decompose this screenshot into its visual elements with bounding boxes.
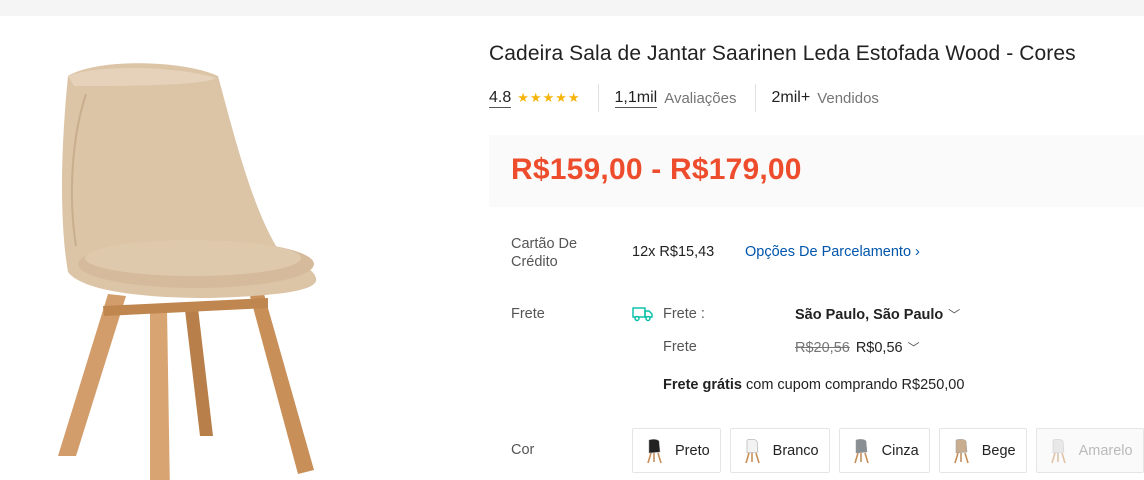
- price-range: R$159,00 - R$179,00: [511, 153, 802, 186]
- shipping-label: Frete: [511, 306, 545, 322]
- product-page: Cadeira Sala de Jantar Saarinen Leda Est…: [0, 16, 1144, 480]
- color-option-label: Preto: [675, 442, 710, 459]
- chevron-down-icon: ﹀: [948, 308, 961, 322]
- rating-stars: ★ ★ ★ ★ ★: [517, 91, 579, 105]
- free-shipping-note: Frete grátis com cupom comprando R$250,0…: [663, 377, 964, 393]
- color-option-label: Bege: [981, 442, 1016, 459]
- free-shipping-rest: com cupom comprando R$250,00: [741, 377, 965, 393]
- shipping-fee-select[interactable]: R$20,56 R$0,56 ﹀: [795, 339, 920, 356]
- rating-value[interactable]: 4.8: [489, 89, 512, 108]
- chevron-down-icon: ﹀: [907, 341, 920, 355]
- installment-link-label: Opções De Parcelamento: [745, 244, 912, 260]
- star-icon: ★: [555, 90, 567, 105]
- price-box: R$159,00 - R$179,00: [489, 135, 1144, 207]
- rating-bar: 4.8 ★ ★ ★ ★ ★ 1,1mil Avaliações 2mil+ Ve…: [489, 83, 879, 113]
- shipping-fee-old: R$20,56: [795, 340, 850, 356]
- chair-thumbnail-icon: [953, 438, 969, 463]
- product-image[interactable]: [28, 46, 358, 480]
- color-option-label: Branco: [772, 442, 819, 459]
- product-info: Cadeira Sala de Jantar Saarinen Leda Est…: [489, 42, 1144, 473]
- installment-options-link[interactable]: Opções De Parcelamento ›: [745, 244, 920, 260]
- color-option-preto[interactable]: Preto: [632, 428, 721, 473]
- shipping-to-label: Frete :: [663, 306, 705, 322]
- shipping-location-select[interactable]: São Paulo, São Paulo ﹀: [795, 306, 960, 323]
- free-shipping-bold: Frete grátis: [663, 377, 742, 393]
- chair-thumbnail-icon: [647, 438, 662, 463]
- color-label: Cor: [511, 442, 535, 458]
- star-icon: ★: [517, 90, 529, 105]
- shipping-fee-new: R$0,56: [855, 340, 903, 356]
- chair-thumbnail-icon: [853, 438, 869, 463]
- color-options: Preto Branco Cinza Bege Amarelo: [632, 428, 1144, 473]
- shipping-location: São Paulo, São Paulo: [795, 307, 944, 323]
- reviews-label: Avaliações: [664, 89, 737, 107]
- color-option-label: Cinza: [881, 442, 919, 459]
- chair-thumbnail-icon: [744, 438, 760, 463]
- truck-icon: [632, 307, 653, 322]
- divider: [597, 84, 599, 112]
- chair-thumbnail-icon: [1050, 438, 1066, 463]
- installment-label: Cartão De Crédito: [511, 236, 578, 270]
- star-icon: ★: [542, 90, 555, 105]
- color-option-branco[interactable]: Branco: [729, 428, 830, 473]
- color-option-cinza[interactable]: Cinza: [838, 428, 930, 473]
- chevron-right-icon: ›: [915, 244, 920, 260]
- reviews-count[interactable]: 1,1mil: [614, 89, 658, 108]
- sold-label: Vendidos: [817, 89, 879, 107]
- star-icon: ★: [567, 90, 580, 105]
- installment-value: 12x R$15,43: [632, 244, 715, 260]
- star-icon: ★: [529, 90, 542, 105]
- color-option-amarelo[interactable]: Amarelo: [1035, 428, 1144, 473]
- product-title: Cadeira Sala de Jantar Saarinen Leda Est…: [489, 42, 1076, 65]
- sold-count: 2mil+: [771, 89, 811, 106]
- color-option-label: Amarelo: [1078, 442, 1133, 459]
- color-option-bege[interactable]: Bege: [938, 428, 1027, 473]
- divider: [754, 84, 756, 112]
- shipping-fee-label: Frete: [663, 339, 697, 355]
